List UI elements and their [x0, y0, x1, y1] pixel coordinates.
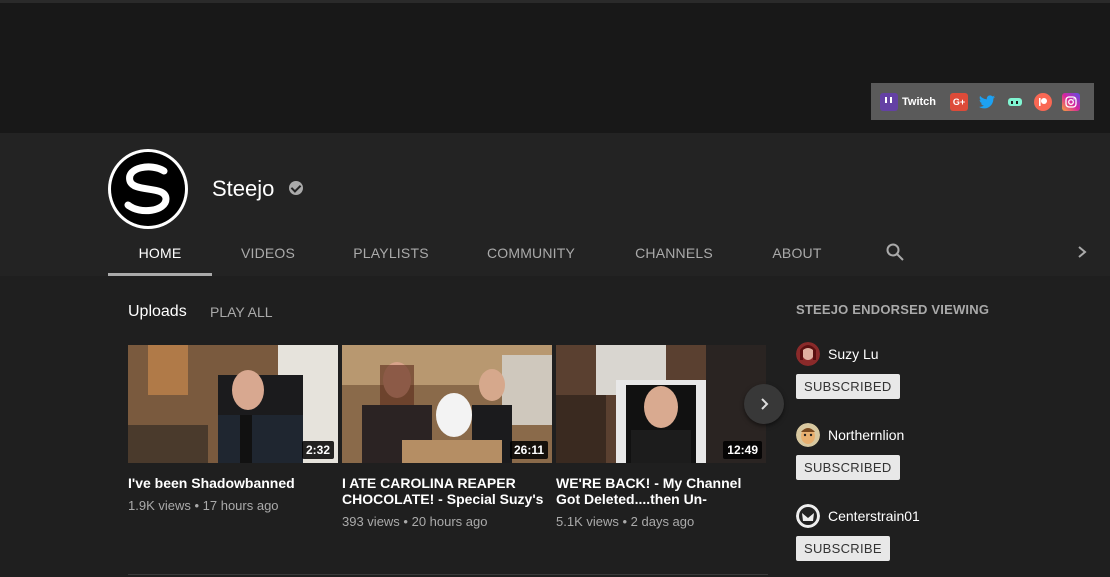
featured-channels-title: STEEJO ENDORSED VIEWING — [796, 302, 990, 317]
tab-playlists[interactable]: PLAYLISTS — [324, 233, 458, 273]
video-thumbnail[interactable]: 12:49 — [556, 345, 766, 463]
channel-tabs: HOME VIDEOS PLAYLISTS COMMUNITY CHANNELS… — [108, 233, 850, 276]
tab-home[interactable]: HOME — [108, 233, 212, 276]
twitch-icon — [880, 92, 898, 111]
channel-header: Steejo HOME VIDEOS PLAYLISTS COMMUNITY C… — [0, 133, 1110, 276]
channel-avatar[interactable] — [796, 504, 820, 528]
channel-name[interactable]: Centerstrain01 — [828, 508, 920, 524]
video-card[interactable]: 2:32 I've been Shadowbanned 1.9K views •… — [128, 345, 338, 513]
divider — [128, 574, 768, 575]
twitch-label: Twitch — [902, 95, 937, 108]
featured-channel: Centerstrain01 SUBSCRIBE — [796, 504, 920, 561]
tab-about[interactable]: ABOUT — [744, 233, 850, 273]
video-duration: 26:11 — [509, 441, 548, 459]
featured-channel: Suzy Lu SUBSCRIBED — [796, 342, 900, 399]
subscribe-button[interactable]: SUBSCRIBE — [796, 536, 890, 561]
patreon-icon[interactable] — [1034, 92, 1053, 111]
twitter-icon[interactable] — [978, 93, 996, 111]
channel-banner: Twitch G+ — [0, 0, 1110, 133]
uploads-title[interactable]: Uploads — [128, 303, 187, 321]
video-duration: 2:32 — [301, 441, 334, 459]
video-title[interactable]: WE'RE BACK! - My Channel Got Deleted....… — [556, 475, 766, 507]
google-plus-icon[interactable]: G+ — [950, 92, 969, 111]
video-duration: 12:49 — [723, 441, 762, 459]
instagram-icon[interactable] — [1062, 92, 1081, 111]
tabs-scroll-right-icon[interactable] — [1075, 245, 1089, 259]
video-meta: 1.9K views • 17 hours ago — [128, 498, 279, 513]
twitch-link[interactable]: Twitch — [880, 92, 937, 111]
channel-avatar[interactable] — [796, 423, 820, 447]
video-title[interactable]: I ATE CAROLINA REAPER CHOCOLATE! - Speci… — [342, 475, 552, 507]
shelf-next-button[interactable] — [744, 384, 784, 424]
video-card[interactable]: 12:49 WE'RE BACK! - My Channel Got Delet… — [556, 345, 766, 529]
featured-channel: Northernlion SUBSCRIBED — [796, 423, 904, 480]
tab-community[interactable]: COMMUNITY — [458, 233, 604, 273]
search-icon[interactable] — [886, 243, 904, 261]
video-meta: 393 views • 20 hours ago — [342, 514, 488, 529]
tab-channels[interactable]: CHANNELS — [604, 233, 744, 273]
chevron-right-icon — [761, 398, 769, 410]
subscribe-button[interactable]: SUBSCRIBED — [796, 374, 900, 399]
channel-avatar[interactable] — [796, 342, 820, 366]
video-meta: 5.1K views • 2 days ago — [556, 514, 695, 529]
streamlabs-icon[interactable] — [1006, 93, 1024, 111]
play-all-button[interactable]: PLAY ALL — [210, 304, 273, 320]
video-thumbnail[interactable]: 2:32 — [128, 345, 338, 463]
channel-name[interactable]: Suzy Lu — [828, 346, 879, 362]
video-thumbnail[interactable]: 26:11 — [342, 345, 552, 463]
video-title[interactable]: I've been Shadowbanned — [128, 475, 338, 491]
video-card[interactable]: 26:11 I ATE CAROLINA REAPER CHOCOLATE! -… — [342, 345, 552, 529]
verified-icon — [289, 181, 303, 195]
subscribe-button[interactable]: SUBSCRIBED — [796, 455, 900, 480]
banner-links: Twitch G+ — [871, 83, 1094, 120]
channel-name: Steejo — [212, 176, 275, 201]
tab-videos[interactable]: VIDEOS — [212, 233, 324, 273]
channel-name[interactable]: Northernlion — [828, 427, 904, 443]
channel-avatar[interactable] — [108, 149, 188, 229]
